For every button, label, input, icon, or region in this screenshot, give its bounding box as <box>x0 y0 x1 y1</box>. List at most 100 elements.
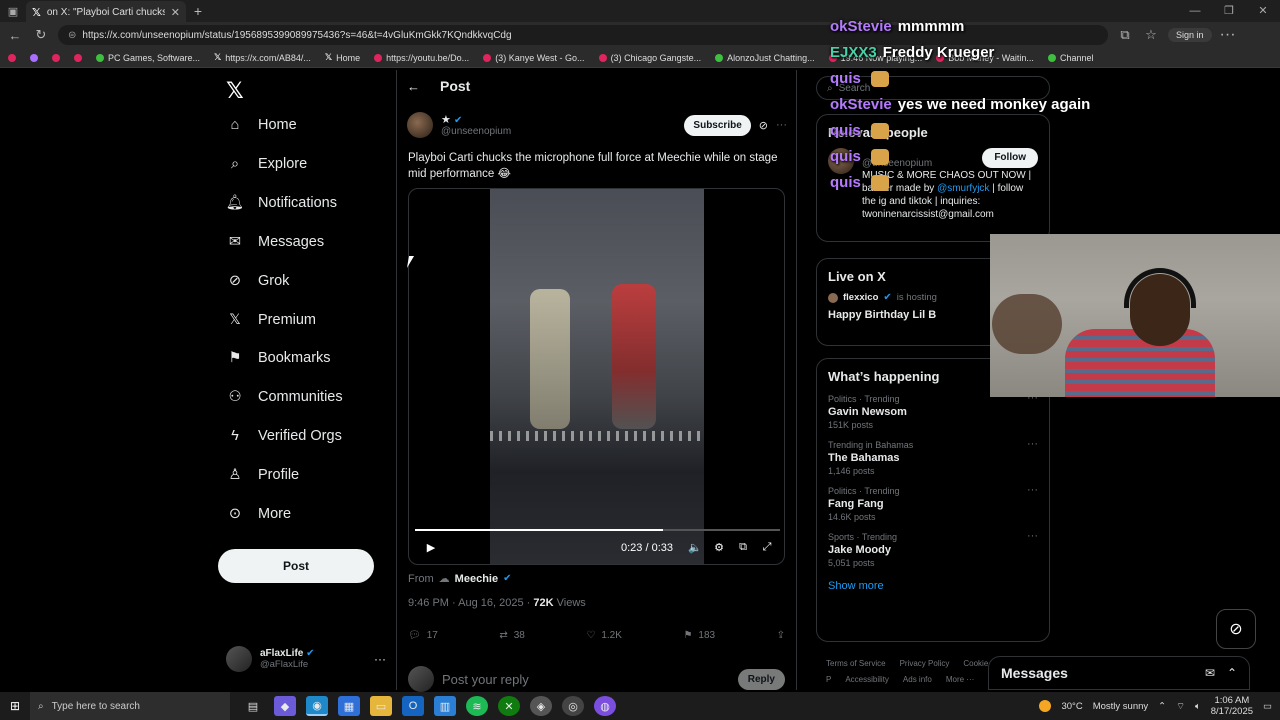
new-tab-button[interactable]: + <box>186 3 210 19</box>
trend-item[interactable]: Trending in Bahamas The Bahamas 1,146 post… <box>817 434 1049 480</box>
close-window-icon[interactable]: ✕ <box>1246 0 1280 22</box>
bio-link[interactable]: @smurfyjck <box>937 183 989 194</box>
maximize-icon[interactable]: ❐ <box>1212 0 1246 22</box>
browser-tab[interactable]: 𝕏 on X: "Playboi Carti chucks the ✕ <box>26 1 186 23</box>
subscribe-button[interactable]: Subscribe <box>684 114 751 136</box>
bookmark-action[interactable]: ⚑ 183 <box>683 630 715 641</box>
weather-temp[interactable]: 30°C <box>1061 701 1082 712</box>
windows-start-icon[interactable]: ⊞ <box>0 699 30 713</box>
edge-icon[interactable]: ◉ <box>306 696 328 716</box>
author-handle[interactable]: @unseenopium <box>441 126 511 137</box>
bookmark-item[interactable]: 𝕏 Home <box>325 52 360 63</box>
bookmark-item[interactable]: (3) Chicago Gangste... <box>598 53 701 63</box>
volume-icon[interactable]: 🔈︎ <box>1195 701 1201 712</box>
bookmark-item[interactable] <box>8 53 16 62</box>
window-menu-icon[interactable]: ▣ <box>0 0 26 22</box>
tray-chevron-icon[interactable]: ⌃ <box>1158 701 1166 712</box>
nav-item-verified-orgs[interactable]: ϟ Verified Orgs <box>226 427 342 445</box>
app-icon[interactable]: ◈ <box>530 696 552 716</box>
nav-item-premium[interactable]: 𝕏 Premium <box>226 311 316 329</box>
nav-item-bookmarks[interactable]: ⚑ Bookmarks <box>226 349 331 367</box>
bookmark-item[interactable] <box>52 53 60 62</box>
trend-item[interactable]: Politics · Trending Fang Fang 14.6K posts ·… <box>817 480 1049 526</box>
x-home-logo-icon[interactable]: 𝕏 <box>226 78 244 104</box>
from-name[interactable]: Meechie <box>455 573 498 585</box>
reply-action[interactable]: 💬︎ 17 <box>408 630 438 641</box>
post-button[interactable]: Post <box>218 549 374 583</box>
app-icon[interactable]: ◎ <box>562 696 584 716</box>
task-view-icon[interactable]: ▤ <box>242 696 264 716</box>
weather-icon[interactable] <box>1039 700 1052 712</box>
spotify-icon[interactable]: ≋ <box>466 696 488 716</box>
like-action[interactable]: ♡ 1.2K <box>586 630 622 641</box>
back-button[interactable]: ← <box>407 79 420 94</box>
nav-item-communities[interactable]: ⚇ Communities <box>226 388 343 406</box>
account-more-icon[interactable]: ··· <box>374 652 386 666</box>
grok-floating-button[interactable]: ⊘ <box>1216 609 1256 649</box>
trend-item[interactable]: Sports · Trending Jake Moody 5,051 posts ··… <box>817 526 1049 572</box>
trend-more-icon[interactable]: ··· <box>1027 530 1038 542</box>
video-progress-bar[interactable] <box>415 529 780 531</box>
pip-icon[interactable]: ⧉ <box>731 541 755 554</box>
video-player[interactable]: ▶ 0:23 / 0:33 🔈 ⚙ ⧉ ⤢ <box>408 188 785 565</box>
bookmark-item[interactable]: AlonzoJust Chatting... <box>715 53 815 63</box>
nav-item-messages[interactable]: ✉ Messages <box>226 233 324 251</box>
bookmark-item[interactable]: 𝕏https://x.com/AB84/... <box>214 52 311 63</box>
footer-link[interactable]: Ads info <box>903 675 932 684</box>
browser-menu-icon[interactable]: ··· <box>1220 26 1236 44</box>
nav-item-notifications[interactable]: 🔔︎ Notifications <box>226 194 337 212</box>
follow-button[interactable]: Follow <box>982 148 1038 168</box>
store-icon[interactable]: ▦ <box>338 696 360 716</box>
account-switcher[interactable]: aFlaxLife ✔ @aFlaxLife ··· <box>226 646 386 672</box>
notifications-icon[interactable]: ▭ <box>1263 701 1272 712</box>
repost-action[interactable]: ⇄ 38 <box>499 630 525 641</box>
footer-link[interactable]: Terms of Service <box>826 659 886 668</box>
play-icon[interactable]: ▶ <box>419 541 443 554</box>
grok-explain-icon[interactable]: ⊘ <box>759 119 768 132</box>
footer-link[interactable]: Privacy Policy <box>900 659 950 668</box>
fullscreen-icon[interactable]: ⤢ <box>755 541 779 554</box>
discord-icon[interactable]: ◍ <box>594 696 616 716</box>
refresh-icon[interactable]: ↻ <box>32 27 50 43</box>
compose-message-icon[interactable]: ✉ <box>1205 666 1215 680</box>
bookmark-item[interactable]: https://youtu.be/Do... <box>374 53 469 63</box>
author-avatar[interactable] <box>407 112 433 138</box>
reply-input[interactable]: Post your reply <box>442 672 529 687</box>
bookmark-item[interactable]: Channel <box>1047 53 1093 63</box>
settings-gear-icon[interactable]: ⚙ <box>707 541 731 554</box>
close-tab-icon[interactable]: ✕ <box>171 6 180 19</box>
nav-item-grok[interactable]: ⊘ Grok <box>226 272 290 290</box>
favorites-icon[interactable]: ☆ <box>1142 27 1160 43</box>
reply-button[interactable]: Reply <box>737 668 785 690</box>
clock[interactable]: 1:06 AM 8/17/2025 <box>1211 695 1253 717</box>
xbox-icon[interactable]: ✕ <box>498 696 520 716</box>
post-more-icon[interactable]: ··· <box>776 119 787 131</box>
nav-item-home[interactable]: ⌂ Home <box>226 116 297 134</box>
nav-item-profile[interactable]: ♙ Profile <box>226 466 300 484</box>
app-icon[interactable]: ▥ <box>434 696 456 716</box>
trend-more-icon[interactable]: ··· <box>1027 484 1038 496</box>
expand-icon[interactable]: ⌃ <box>1227 666 1237 680</box>
nav-item-explore[interactable]: ⌕ Explore <box>226 155 307 173</box>
author-name[interactable]: ★ <box>441 114 451 126</box>
taskbar-search[interactable]: ⌕ Type here to search <box>30 692 230 720</box>
footer-link[interactable]: More ··· <box>946 675 974 684</box>
outlook-icon[interactable]: O <box>402 696 424 716</box>
copilot-icon[interactable]: ◆ <box>274 696 296 716</box>
share-action[interactable]: ⇪ <box>777 630 785 641</box>
bookmark-item[interactable] <box>74 53 82 62</box>
extensions-icon[interactable]: ⧉ <box>1116 27 1134 43</box>
volume-icon[interactable]: 🔈 <box>683 541 707 554</box>
messages-drawer[interactable]: Messages ✉ ⌃ <box>988 656 1250 690</box>
file-explorer-icon[interactable]: ▭ <box>370 696 392 716</box>
back-arrow-icon[interactable]: ← <box>6 28 24 43</box>
nav-item-more[interactable]: ⊙ More <box>226 505 291 523</box>
bookmark-item[interactable]: (3) Kanye West - Go... <box>483 53 585 63</box>
sign-in-button[interactable]: Sign in <box>1168 28 1212 42</box>
footer-link[interactable]: Accessibility <box>845 675 889 684</box>
minimize-icon[interactable]: — <box>1178 0 1212 22</box>
bookmark-item[interactable]: PC Games, Software... <box>96 53 200 63</box>
network-icon[interactable]: ⌔ <box>1176 701 1185 712</box>
bookmark-item[interactable] <box>30 53 38 62</box>
show-more-link[interactable]: Show more <box>817 572 1049 602</box>
